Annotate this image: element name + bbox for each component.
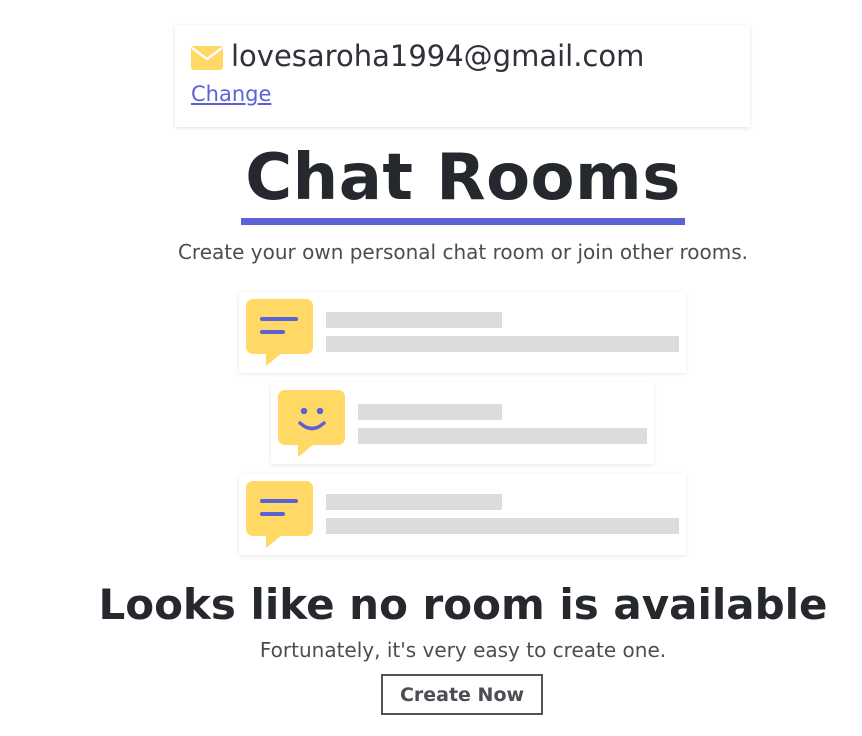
skeleton-line-short	[326, 494, 502, 510]
skeleton-line-long	[358, 428, 647, 444]
change-account-link[interactable]: Change	[191, 82, 271, 106]
empty-state-subtext: Fortunately, it's very easy to create on…	[259, 638, 667, 662]
title-wrap: Chat Rooms	[0, 138, 862, 225]
create-now-button[interactable]: Create Now	[381, 674, 543, 715]
page: lovesaroha1994@gmail.com Change Chat Roo…	[0, 0, 862, 736]
chat-lines-icon	[246, 299, 313, 366]
illustration-card	[239, 292, 686, 373]
page-subtitle: Create your own personal chat room or jo…	[177, 240, 749, 264]
chat-smile-icon	[278, 390, 345, 457]
mail-icon	[191, 46, 223, 70]
illustration-card	[271, 383, 654, 464]
skeleton-line-short	[326, 312, 502, 328]
skeleton-line-long	[326, 518, 679, 534]
chat-lines-icon	[246, 481, 313, 548]
account-email: lovesaroha1994@gmail.com	[231, 39, 645, 73]
skeleton-line-long	[326, 336, 679, 352]
account-card: lovesaroha1994@gmail.com Change	[175, 25, 750, 127]
illustration-card	[239, 474, 686, 555]
empty-state-heading: Looks like no room is available	[98, 580, 828, 629]
page-title: Chat Rooms	[241, 138, 685, 225]
skeleton-line-short	[358, 404, 502, 420]
